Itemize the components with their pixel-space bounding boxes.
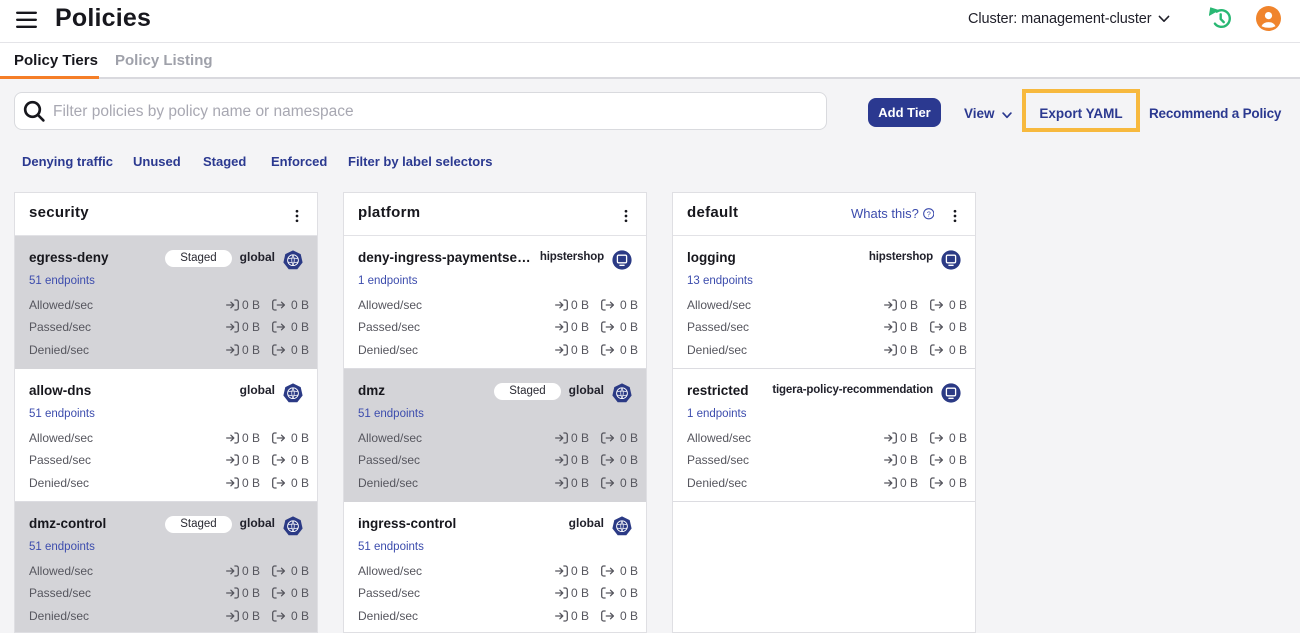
svg-text:?: ? [926,209,930,218]
